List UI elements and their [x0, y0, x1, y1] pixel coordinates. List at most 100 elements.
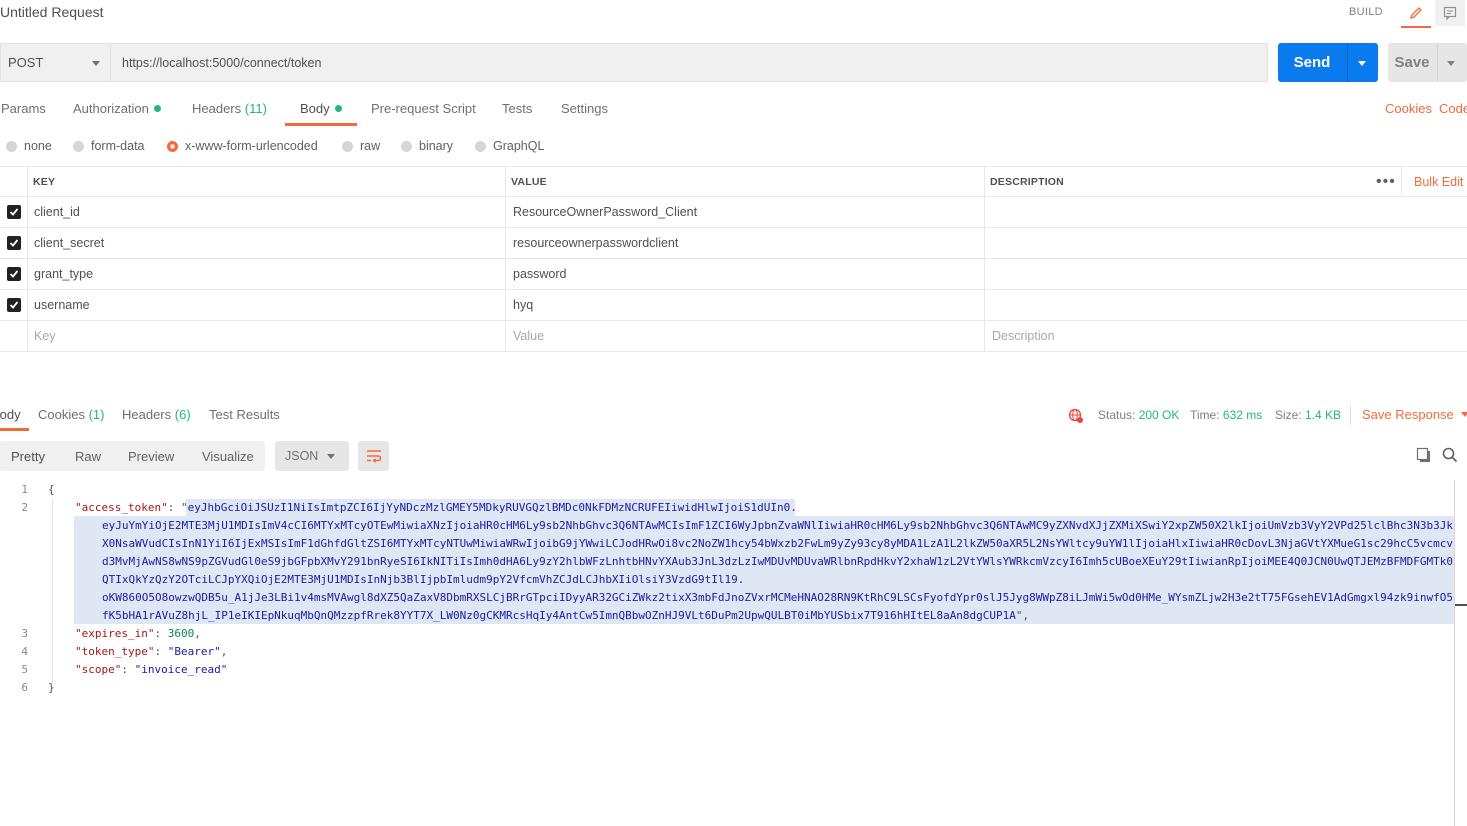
- column-divider: [505, 290, 506, 320]
- row-checkbox[interactable]: [7, 236, 21, 250]
- response-headers-count: (6): [174, 407, 191, 422]
- language-value: JSON: [285, 449, 319, 463]
- radio-graphql[interactable]: GraphQL: [475, 139, 544, 153]
- row-key[interactable]: username: [34, 290, 90, 320]
- response-tab-headers[interactable]: Headers (6): [122, 407, 191, 422]
- tab-prerequest-script[interactable]: Pre-request Script: [371, 101, 476, 116]
- radio-form-data[interactable]: form-data: [73, 139, 145, 153]
- send-options-chevron-icon[interactable]: [1358, 61, 1366, 66]
- table-row: grant_type password: [0, 259, 1467, 290]
- radio-circle-icon: [342, 140, 353, 152]
- json-string-continuation: eyJuYmYiOjE2MTE3MjU1MDIsImV4cCI6MTYxMTcy…: [102, 519, 1454, 532]
- row-value[interactable]: resourceownerpasswordclient: [513, 228, 678, 258]
- save-response-button[interactable]: Save Response: [1362, 407, 1467, 422]
- new-description-input[interactable]: Description: [992, 321, 1055, 351]
- row-checkbox[interactable]: [7, 298, 21, 312]
- globe-error-icon[interactable]: [1068, 408, 1084, 427]
- method-select[interactable]: POST: [0, 43, 110, 82]
- tab-settings[interactable]: Settings: [561, 101, 608, 116]
- radio-none-label: none: [24, 139, 52, 153]
- row-value[interactable]: hyq: [513, 290, 533, 320]
- json-string-continuation: QTIxQkYzQzY2OTciLCJpYXQiOjE2MTE3MjU1MDIs…: [102, 573, 745, 586]
- row-key[interactable]: client_secret: [34, 228, 104, 258]
- format-raw-button[interactable]: Raw: [75, 441, 101, 471]
- response-tab-test-results[interactable]: Test Results: [209, 407, 280, 422]
- radio-x-www-form-urlencoded[interactable]: x-www-form-urlencoded: [167, 139, 318, 153]
- tab-authorization[interactable]: Authorization: [73, 101, 161, 116]
- radio-binary-label: binary: [419, 139, 454, 153]
- radio-circle-icon: [73, 140, 84, 152]
- send-button[interactable]: Send: [1278, 43, 1378, 82]
- tab-headers-count: (11): [244, 101, 267, 116]
- more-options-icon[interactable]: •••: [1376, 167, 1396, 196]
- tab-params[interactable]: Params: [1, 101, 46, 116]
- row-key[interactable]: client_id: [34, 197, 80, 227]
- table-row: username hyq: [0, 290, 1467, 321]
- comments-button[interactable]: [1435, 0, 1465, 26]
- time-label: Time:: [1190, 408, 1220, 422]
- column-header-description: DESCRIPTION: [990, 175, 1064, 188]
- response-tab-body[interactable]: Body: [0, 407, 21, 422]
- new-key-input[interactable]: Key: [34, 321, 56, 351]
- radio-circle-icon: [475, 140, 486, 152]
- search-icon[interactable]: [1442, 447, 1458, 466]
- column-divider: [27, 167, 28, 196]
- radio-graphql-label: GraphQL: [493, 139, 545, 153]
- row-checkbox[interactable]: [7, 267, 21, 281]
- radio-binary[interactable]: binary: [401, 139, 453, 153]
- save-divider: [1437, 43, 1438, 82]
- chevron-down-icon: [327, 454, 335, 459]
- wrap-lines-button[interactable]: [358, 441, 389, 471]
- pencil-icon: [1409, 7, 1422, 20]
- bulk-edit-link[interactable]: Bulk Edit: [1414, 167, 1463, 196]
- column-divider: [27, 228, 28, 258]
- format-preview-button[interactable]: Preview: [128, 441, 174, 471]
- code-line-token-type: "token_type": "Bearer",: [75, 645, 227, 658]
- checkmark-icon: [9, 301, 19, 309]
- table-row: client_id ResourceOwnerPassword_Client: [0, 197, 1467, 228]
- row-value[interactable]: password: [513, 259, 567, 289]
- row-checkbox[interactable]: [7, 205, 21, 219]
- cookies-link[interactable]: Cookies: [1385, 101, 1432, 116]
- code-link[interactable]: Code: [1439, 101, 1467, 116]
- copy-icon[interactable]: [1416, 447, 1432, 466]
- response-tab-cookies[interactable]: Cookies (1): [38, 407, 104, 422]
- radio-circle-icon: [6, 140, 17, 152]
- selection-highlight: [74, 516, 1454, 624]
- tab-headers[interactable]: Headers (11): [192, 101, 267, 116]
- row-value[interactable]: ResourceOwnerPassword_Client: [513, 197, 697, 227]
- new-value-input[interactable]: Value: [513, 321, 544, 351]
- status-value: 200 OK: [1138, 408, 1180, 422]
- save-response-label: Save Response: [1362, 407, 1454, 422]
- tab-tests[interactable]: Tests: [502, 101, 532, 116]
- request-title[interactable]: Untitled Request: [0, 4, 104, 20]
- column-header-key: KEY: [33, 175, 56, 188]
- format-pretty-button[interactable]: Pretty: [11, 441, 45, 471]
- column-divider: [505, 228, 506, 258]
- build-mode-label: BUILD: [1349, 6, 1383, 18]
- active-response-tab-indicator: [0, 428, 29, 431]
- chevron-down-icon: [1460, 412, 1467, 417]
- save-options-chevron-icon[interactable]: [1447, 61, 1455, 66]
- time-value: 632 ms: [1222, 408, 1263, 422]
- response-format-group: Pretty Raw Preview Visualize: [0, 441, 265, 471]
- language-select[interactable]: JSON: [275, 441, 349, 471]
- format-visualize-button[interactable]: Visualize: [202, 441, 254, 471]
- tab-body[interactable]: Body: [300, 101, 342, 116]
- save-button[interactable]: Save: [1388, 43, 1467, 82]
- send-divider: [1347, 43, 1348, 82]
- url-input[interactable]: https://localhost:5000/connect/token: [110, 43, 1268, 82]
- radio-none[interactable]: none: [6, 139, 52, 153]
- json-string-continuation: oKW860O5O8owzwQDB5u_A1jJe3LBi1v4msMVAwgl…: [102, 591, 1454, 604]
- row-key[interactable]: grant_type: [34, 259, 93, 289]
- json-colon: :: [154, 645, 168, 658]
- column-divider: [27, 197, 28, 227]
- scrollbar-track[interactable]: [1454, 480, 1455, 826]
- code-open-brace: {: [48, 483, 55, 496]
- column-divider: [505, 167, 506, 196]
- radio-raw-label: raw: [360, 139, 381, 153]
- edit-mode-button[interactable]: [1401, 0, 1431, 28]
- send-label: Send: [1293, 54, 1331, 71]
- wrap-lines-icon: [366, 450, 381, 463]
- radio-raw[interactable]: raw: [342, 139, 380, 153]
